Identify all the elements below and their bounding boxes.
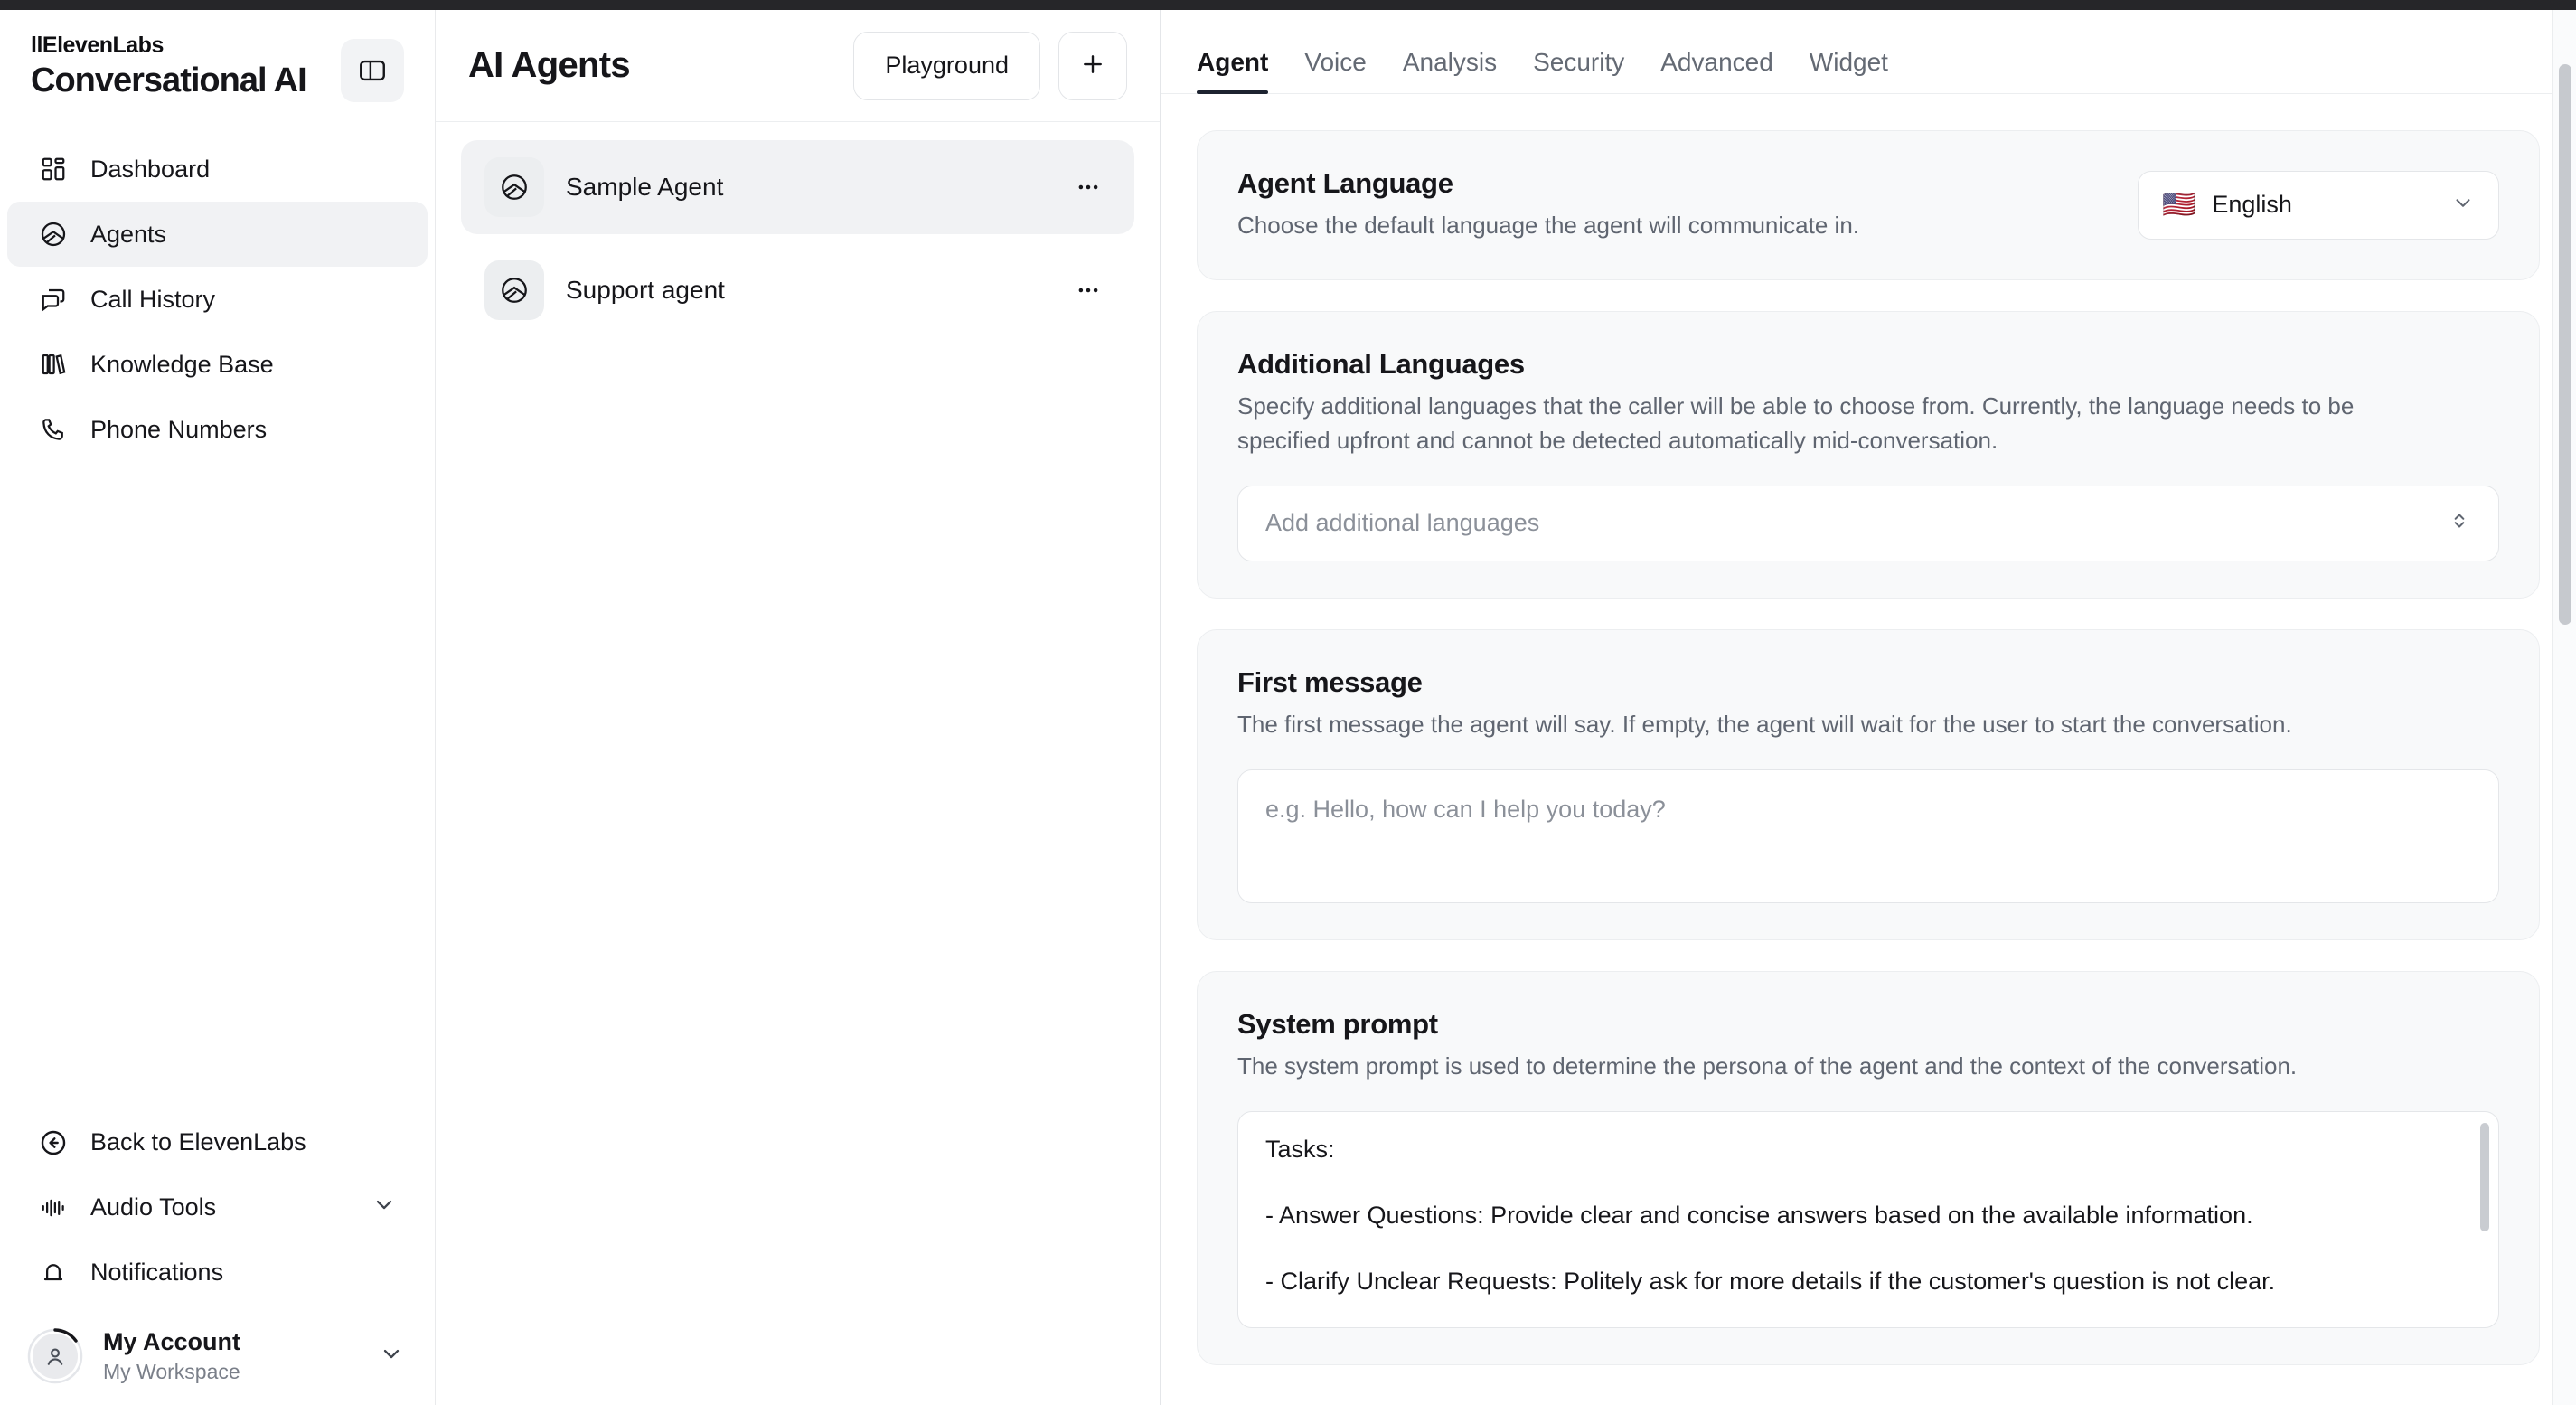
ellipsis-icon[interactable] xyxy=(1066,165,1111,210)
plus-icon xyxy=(1079,51,1106,80)
sidebar-item-label: Notifications xyxy=(90,1259,224,1286)
settings-tabs: Agent Voice Analysis Security Advanced W… xyxy=(1161,10,2576,94)
first-message-card: First message The first message the agen… xyxy=(1197,628,2540,940)
agent-language-select[interactable]: 🇺🇸 English xyxy=(2138,170,2499,240)
sidebar-item-agents[interactable]: Agents xyxy=(7,202,428,267)
account-switcher[interactable]: My Account My Workspace xyxy=(0,1315,435,1386)
tab-analysis[interactable]: Analysis xyxy=(1403,48,1497,93)
playground-button[interactable]: Playground xyxy=(853,31,1040,100)
sidebar-item-label: Agents xyxy=(90,220,167,248)
tab-voice[interactable]: Voice xyxy=(1304,48,1367,93)
agent-name: Support agent xyxy=(566,276,725,304)
card-description: The system prompt is used to determine t… xyxy=(1237,1051,2298,1080)
sidebar-item-label: Phone Numbers xyxy=(90,415,268,443)
window-top-strip xyxy=(0,0,2576,10)
waveform-icon xyxy=(38,1193,69,1223)
us-flag-icon: 🇺🇸 xyxy=(2162,189,2196,220)
agent-language-text: Agent Language Choose the default langua… xyxy=(1237,167,1859,243)
books-icon xyxy=(38,349,69,380)
system-prompt-line: - Answer Questions: Provide clear and co… xyxy=(1265,1201,2253,1229)
chevron-down-icon[interactable] xyxy=(371,1192,397,1223)
app-root: llElevenLabs Conversational AI Dashboard… xyxy=(0,0,2576,1405)
agents-list: Sample Agent Support agent xyxy=(436,122,1160,337)
card-title: System prompt xyxy=(1237,1007,1438,1040)
arrow-left-circle-icon xyxy=(38,1127,69,1158)
list-item[interactable]: Support agent xyxy=(461,243,1134,337)
sidebar-item-label: Call History xyxy=(90,285,216,313)
sidebar-item-label: Audio Tools xyxy=(90,1193,217,1221)
sidebar-item-notifications[interactable]: Notifications xyxy=(7,1240,428,1306)
agents-panel-actions: Playground xyxy=(853,31,1127,100)
tab-widget[interactable]: Widget xyxy=(1810,48,1888,93)
system-prompt-line: Tasks: xyxy=(1265,1135,1335,1163)
card-description: The first message the agent will say. If… xyxy=(1237,710,2292,738)
agent-circle-icon xyxy=(38,219,69,250)
sidebar-item-back-to-elevenlabs[interactable]: Back to ElevenLabs xyxy=(7,1110,428,1175)
sidebar-item-label: Back to ElevenLabs xyxy=(90,1128,306,1155)
tab-security[interactable]: Security xyxy=(1533,48,1624,93)
chevron-down-icon xyxy=(2451,191,2475,219)
account-name: My Account xyxy=(103,1327,241,1355)
sidebar-item-dashboard[interactable]: Dashboard xyxy=(7,137,428,202)
agent-language-value: English xyxy=(2212,191,2292,219)
agents-list-panel: AI Agents Playground Sample Agent Suppor… xyxy=(436,0,1161,1405)
page-scrollbar-thumb[interactable] xyxy=(2559,64,2571,625)
additional-languages-card: Additional Languages Specify additional … xyxy=(1197,310,2540,599)
brand-header: llElevenLabs Conversational AI xyxy=(0,10,435,102)
brand-product-name: Conversational AI xyxy=(31,61,307,99)
sidebar-nav: Dashboard Agents Call History Knowledge … xyxy=(0,137,435,462)
agent-circle-icon xyxy=(484,260,544,320)
sidebar-item-audio-tools[interactable]: Audio Tools xyxy=(7,1175,428,1240)
system-prompt-card: System prompt The system prompt is used … xyxy=(1197,970,2540,1365)
additional-languages-placeholder: Add additional languages xyxy=(1265,509,1540,537)
account-workspace: My Workspace xyxy=(103,1360,240,1384)
first-message-placeholder: e.g. Hello, how can I help you today? xyxy=(1265,795,1666,823)
card-title: Agent Language xyxy=(1237,167,1453,199)
phone-icon xyxy=(38,414,69,445)
chat-bubbles-icon xyxy=(38,284,69,315)
account-text: My Account My Workspace xyxy=(103,1327,240,1386)
page-scrollbar[interactable] xyxy=(2552,10,2576,1405)
agents-panel-header: AI Agents Playground xyxy=(436,10,1160,122)
avatar xyxy=(27,1328,83,1384)
left-sidebar: llElevenLabs Conversational AI Dashboard… xyxy=(0,0,436,1405)
sidebar-item-label: Knowledge Base xyxy=(90,350,274,378)
sidebar-item-phone-numbers[interactable]: Phone Numbers xyxy=(7,397,428,462)
card-description: Choose the default language the agent wi… xyxy=(1237,212,1859,239)
list-item[interactable]: Sample Agent xyxy=(461,140,1134,234)
tab-advanced[interactable]: Advanced xyxy=(1660,48,1773,93)
additional-languages-select[interactable]: Add additional languages xyxy=(1237,485,2499,561)
main-content: Agent Voice Analysis Security Advanced W… xyxy=(1161,0,2576,1405)
card-description: Specify additional languages that the ca… xyxy=(1237,391,2355,454)
chevron-up-down-icon xyxy=(2448,509,2471,537)
brand-company-name: llElevenLabs xyxy=(31,33,164,58)
card-title: Additional Languages xyxy=(1237,347,1525,380)
page-title: AI Agents xyxy=(468,45,631,85)
bell-icon xyxy=(38,1258,69,1288)
grid-icon xyxy=(38,154,69,184)
tab-agent[interactable]: Agent xyxy=(1197,48,1269,94)
panel-layout-icon[interactable] xyxy=(341,39,404,102)
sidebar-bottom-section: Back to ElevenLabs Audio Tools Notificat… xyxy=(0,1110,435,1405)
sidebar-item-call-history[interactable]: Call History xyxy=(7,267,428,332)
chevron-down-icon[interactable] xyxy=(379,1341,404,1371)
system-prompt-scrollbar[interactable] xyxy=(2480,1122,2489,1231)
ellipsis-icon[interactable] xyxy=(1066,268,1111,313)
first-message-input[interactable]: e.g. Hello, how can I help you today? xyxy=(1237,769,2499,903)
sidebar-item-knowledge-base[interactable]: Knowledge Base xyxy=(7,332,428,397)
add-agent-button[interactable] xyxy=(1058,31,1127,100)
brand-text: llElevenLabs Conversational AI xyxy=(31,33,307,100)
system-prompt-input[interactable]: Tasks: - Answer Questions: Provide clear… xyxy=(1237,1110,2499,1328)
system-prompt-line: - Clarify Unclear Requests: Politely ask… xyxy=(1265,1267,2276,1295)
agent-name: Sample Agent xyxy=(566,173,724,201)
user-avatar-icon xyxy=(33,1333,78,1379)
sidebar-item-label: Dashboard xyxy=(90,155,211,183)
agent-language-card: Agent Language Choose the default langua… xyxy=(1197,130,2540,280)
card-title: First message xyxy=(1237,665,1423,698)
agent-settings-content: Agent Language Choose the default langua… xyxy=(1161,94,2576,1365)
agent-circle-icon xyxy=(484,157,544,217)
